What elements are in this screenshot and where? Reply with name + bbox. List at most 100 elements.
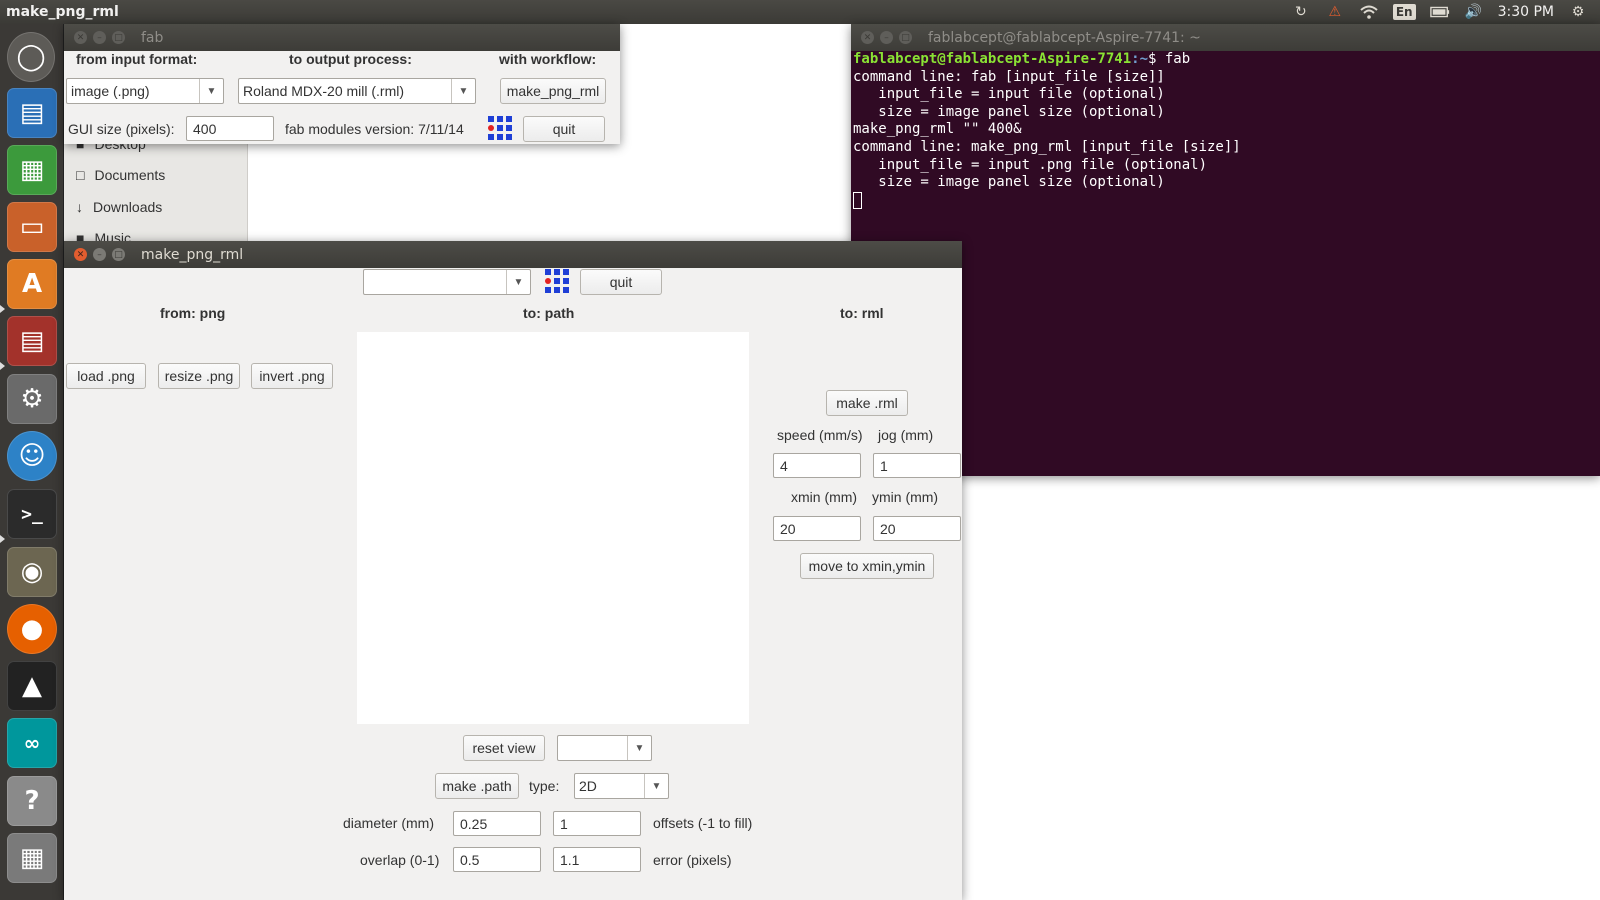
text-cursor: [853, 191, 862, 209]
download-icon: ↓: [76, 199, 83, 215]
gimp-icon[interactable]: ◉: [7, 547, 57, 597]
dash-icon[interactable]: ◯: [7, 32, 55, 82]
terminal-line: command line: fab [input_file [size]]: [853, 68, 1165, 85]
version-label: fab modules version: 7/11/14: [285, 121, 464, 137]
close-icon[interactable]: ✕: [861, 31, 874, 44]
fab-logo-icon: [488, 116, 512, 140]
minimize-icon[interactable]: –: [93, 31, 106, 44]
gui-size-input[interactable]: 400: [186, 116, 274, 141]
firefox-icon[interactable]: ●: [7, 604, 57, 654]
chevron-down-icon: ▼: [199, 79, 223, 103]
terminal-line: size = image panel size (optional): [853, 174, 1165, 191]
clock[interactable]: 3:30 PM: [1498, 4, 1554, 20]
terminal-line: input_file = input .png file (optional): [853, 156, 1208, 173]
sidebar-item-documents[interactable]: □ Documents: [76, 167, 165, 183]
gui-size-label: GUI size (pixels):: [68, 121, 175, 137]
xmin-input[interactable]: 20: [773, 516, 861, 541]
jog-label: jog (mm): [878, 427, 934, 443]
window-title: make_png_rml: [141, 246, 244, 263]
sidebar-item-downloads[interactable]: ↓ Downloads: [76, 199, 162, 215]
maximize-icon[interactable]: □: [899, 31, 912, 44]
top-select[interactable]: ▼: [363, 269, 531, 295]
to-path-header: to: path: [523, 305, 575, 321]
xmin-label: xmin (mm): [791, 489, 858, 505]
offsets-input[interactable]: 1: [553, 811, 641, 836]
chevron-down-icon: ▼: [627, 736, 651, 760]
inkscape-icon[interactable]: ▲: [7, 661, 57, 711]
terminal-output[interactable]: fablabcept@fablabcept-Aspire-7741:~$ fab…: [851, 51, 1600, 476]
power-gear-icon[interactable]: ⚙: [1568, 4, 1588, 20]
error-input[interactable]: 1.1: [553, 847, 641, 872]
make-titlebar[interactable]: ✕ – □ make_png_rml: [64, 241, 962, 268]
chevron-down-icon: ▼: [644, 774, 668, 798]
type-select[interactable]: 2D ▼: [574, 773, 669, 799]
ymin-label: ymin (mm): [872, 489, 939, 505]
input-format-select[interactable]: image (.png) ▼: [66, 78, 224, 104]
minimize-icon[interactable]: –: [93, 248, 106, 261]
quit-button[interactable]: quit: [580, 269, 662, 295]
error-label: error (pixels): [653, 852, 732, 868]
terminal-window: ✕ – □ fablabcept@fablabcept-Aspire-7741:…: [851, 24, 1600, 476]
jog-input[interactable]: 1: [873, 453, 961, 478]
maximize-icon[interactable]: □: [112, 31, 125, 44]
terminal-line: size = image panel size (optional): [853, 103, 1165, 120]
chevron-down-icon: ▼: [451, 79, 475, 103]
software-center-icon[interactable]: A: [7, 259, 57, 309]
files-icon[interactable]: ▤: [7, 316, 57, 366]
path-preview-canvas[interactable]: [357, 332, 749, 724]
empathy-icon[interactable]: ☺: [7, 431, 57, 481]
from-input-label: from input format:: [76, 51, 198, 67]
overlap-label: overlap (0-1): [360, 852, 440, 868]
battery-icon[interactable]: [1429, 4, 1450, 20]
terminal-cursor-line: [853, 191, 1598, 210]
invert-png-button[interactable]: invert .png: [251, 363, 333, 389]
make-rml-button[interactable]: make .rml: [826, 390, 908, 416]
ymin-input[interactable]: 20: [873, 516, 961, 541]
arduino-icon[interactable]: ∞: [7, 718, 57, 768]
active-app-title: make_png_rml: [6, 4, 119, 20]
volume-icon[interactable]: 🔊: [1464, 4, 1484, 20]
make-path-button[interactable]: make .path: [435, 773, 519, 799]
calc-icon[interactable]: ▦: [7, 145, 57, 195]
system-settings-icon[interactable]: ⚙: [7, 374, 57, 424]
keyboard-layout-indicator[interactable]: En: [1392, 4, 1416, 20]
diameter-label: diameter (mm): [343, 815, 435, 831]
close-icon[interactable]: ✕: [74, 248, 87, 261]
to-output-label: to output process:: [289, 51, 412, 67]
diameter-input[interactable]: 0.25: [453, 811, 541, 836]
warning-icon[interactable]: ⚠: [1325, 4, 1345, 20]
top-panel: make_png_rml ↻ ⚠ En 🔊 3:30 PM ⚙: [0, 0, 1600, 24]
wifi-icon[interactable]: [1359, 4, 1379, 20]
help-icon[interactable]: ?: [7, 776, 57, 826]
move-to-xmin-ymin-button[interactable]: move to xmin,ymin: [800, 553, 934, 579]
resize-png-button[interactable]: resize .png: [158, 363, 240, 389]
terminal-titlebar[interactable]: ✕ – □ fablabcept@fablabcept-Aspire-7741:…: [851, 24, 1600, 51]
sync-icon[interactable]: ↻: [1291, 4, 1311, 20]
impress-icon[interactable]: ▭: [7, 202, 57, 252]
output-process-select[interactable]: Roland MDX-20 mill (.rml) ▼: [238, 78, 476, 104]
workspace-switcher-icon[interactable]: ▦: [7, 833, 57, 883]
terminal-line: input_file = input file (optional): [853, 86, 1165, 103]
speed-input[interactable]: 4: [773, 453, 861, 478]
terminal-line: command line: make_png_rml [input_file […: [853, 138, 1241, 155]
quit-button[interactable]: quit: [523, 116, 605, 142]
close-icon[interactable]: ✕: [74, 31, 87, 44]
workflow-button[interactable]: make_png_rml: [500, 78, 606, 104]
indicator-area: ↻ ⚠ En 🔊 3:30 PM ⚙: [1291, 4, 1600, 20]
launcher: ◯ ▤ ▦ ▭ A ▤ ⚙ ☺ >_ ◉ ● ▲ ∞ ? ▦: [0, 24, 64, 900]
offsets-label: offsets (-1 to fill): [653, 815, 753, 831]
window-title: fablabcept@fablabcept-Aspire-7741: ~: [928, 29, 1201, 46]
minimize-icon[interactable]: –: [880, 31, 893, 44]
maximize-icon[interactable]: □: [112, 248, 125, 261]
terminal-prompt-line: fablabcept@fablabcept-Aspire-7741:~$ fab: [853, 51, 1191, 67]
fab-logo-icon: [545, 269, 569, 293]
writer-icon[interactable]: ▤: [7, 88, 57, 138]
view-select[interactable]: ▼: [557, 735, 652, 761]
reset-view-button[interactable]: reset view: [463, 735, 545, 761]
type-label: type:: [529, 778, 560, 794]
terminal-icon[interactable]: >_: [7, 489, 57, 539]
fab-titlebar[interactable]: ✕ – □ fab: [64, 24, 620, 51]
overlap-input[interactable]: 0.5: [453, 847, 541, 872]
load-png-button[interactable]: load .png: [66, 363, 146, 389]
fab-window: ✕ – □ fab from input format: to output p…: [64, 24, 620, 144]
